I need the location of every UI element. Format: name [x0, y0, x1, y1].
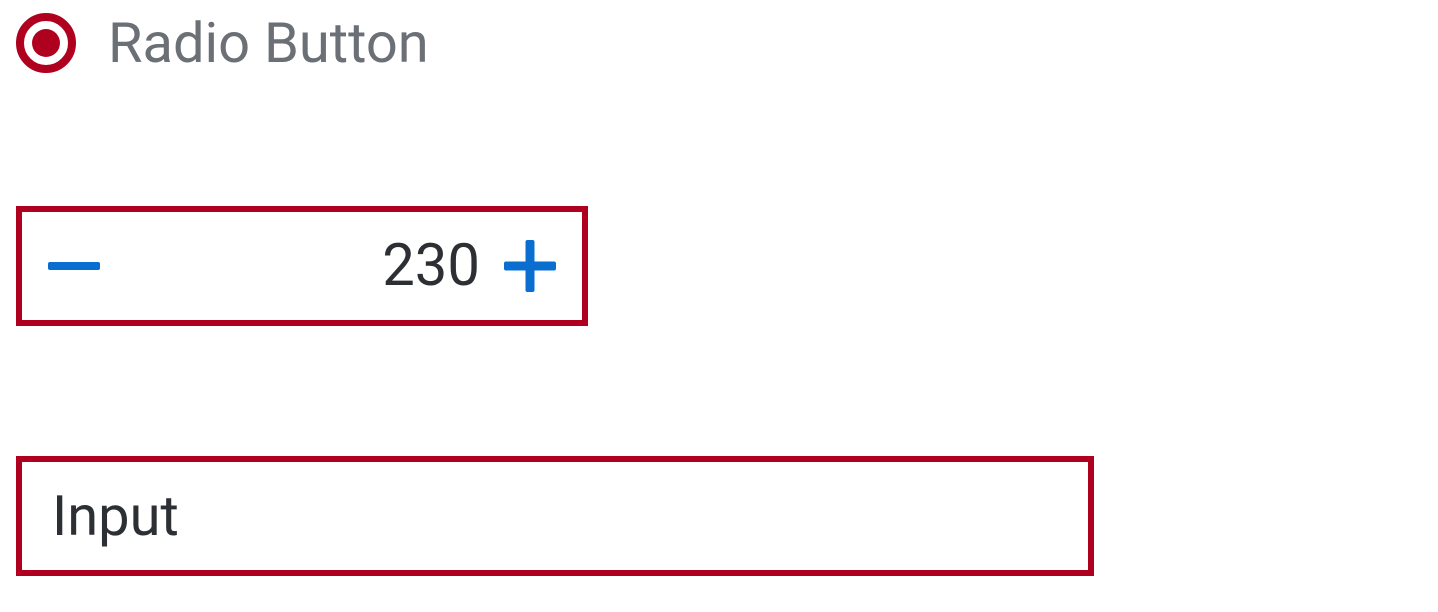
text-input[interactable] [16, 456, 1094, 576]
radio-button-row[interactable]: Radio Button [16, 10, 1422, 76]
radio-label: Radio Button [108, 10, 429, 76]
quantity-stepper: 230 [16, 206, 588, 326]
radio-selected-icon [16, 13, 76, 73]
stepper-decrement-button[interactable] [44, 236, 104, 296]
radio-inner-dot [32, 29, 60, 57]
minus-icon [48, 262, 100, 270]
plus-icon [504, 240, 556, 292]
stepper-value[interactable]: 230 [104, 232, 500, 300]
stepper-increment-button[interactable] [500, 236, 560, 296]
